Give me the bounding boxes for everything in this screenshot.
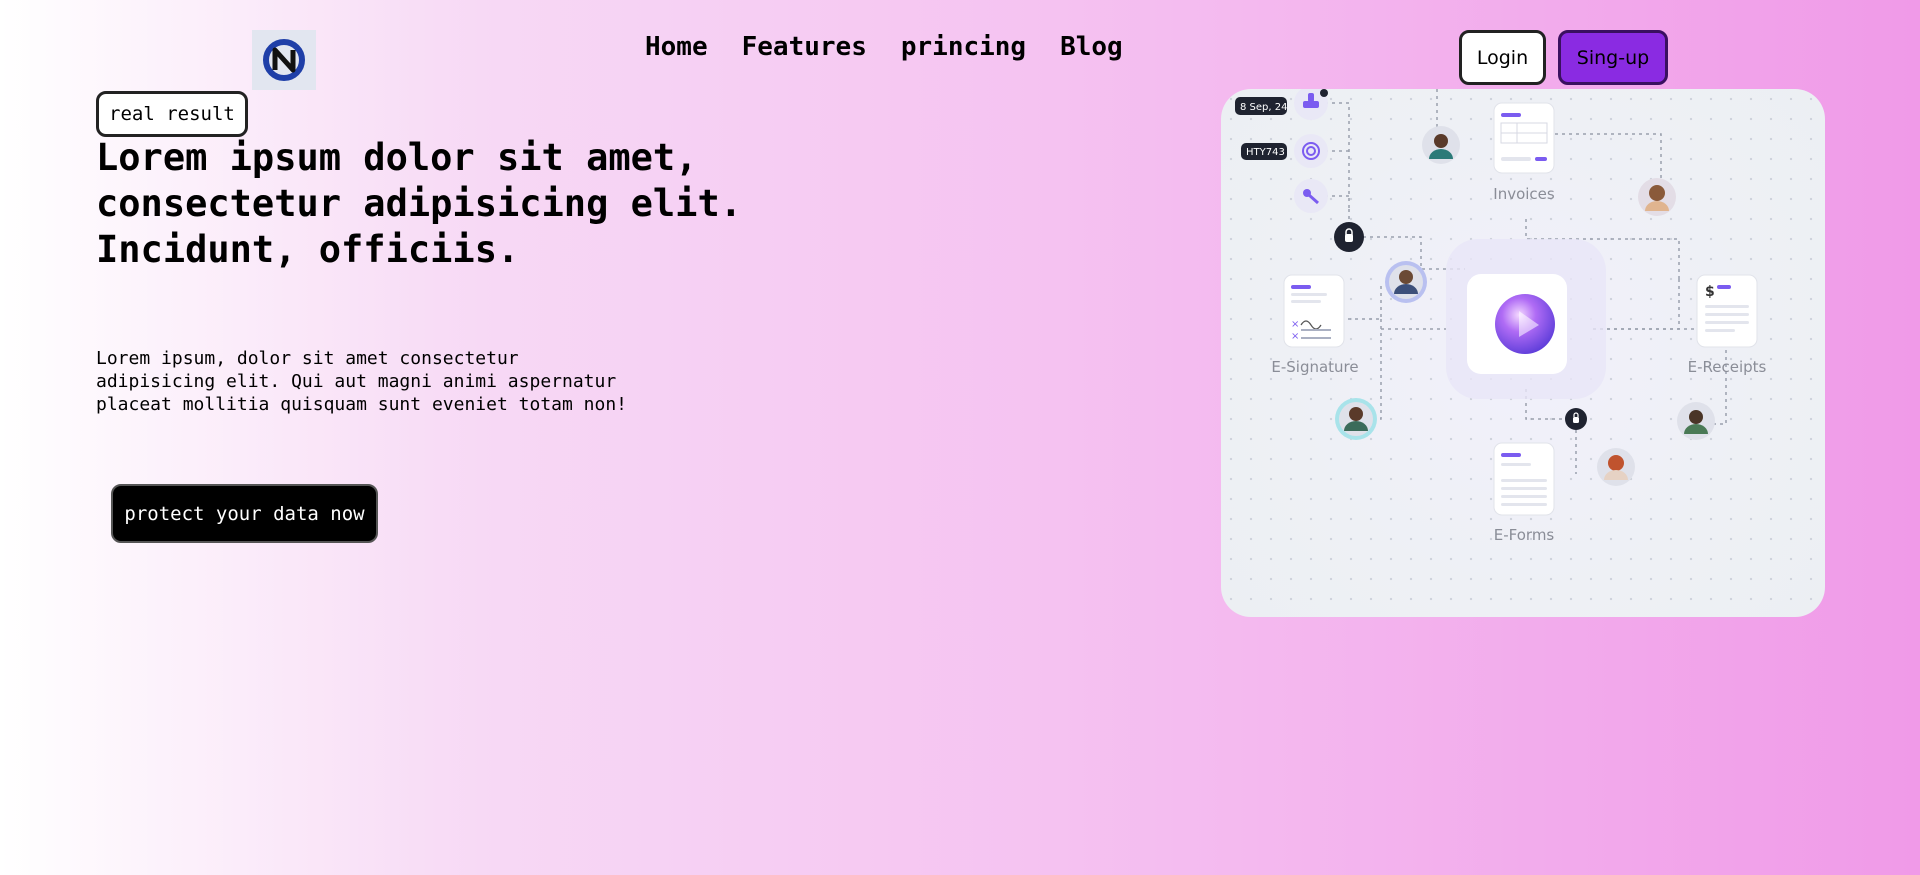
hero-description-line: adipisicing elit. Qui aut magni animi as… xyxy=(96,371,617,392)
hero-headline: Lorem ipsum dolor sit amet, consectetur … xyxy=(96,135,856,273)
hero-headline-line: Incidunt, officiis. xyxy=(96,228,520,271)
e-signature-node: × × xyxy=(1283,274,1345,348)
hero-description-line: Lorem ipsum, dolor sit amet consectetur xyxy=(96,348,519,369)
main-nav: Home Features princing Blog xyxy=(645,32,1123,62)
hero-description-line: placeat mollitia quisquam sunt eveniet t… xyxy=(96,394,628,415)
brand-logo[interactable] xyxy=(252,30,316,90)
e-receipts-node: $ xyxy=(1696,274,1758,348)
hero-badge: real result xyxy=(96,91,248,137)
avatar xyxy=(1597,448,1635,486)
key-icon xyxy=(1294,179,1328,213)
invoices-label: Invoices xyxy=(1493,185,1555,203)
hero-description: Lorem ipsum, dolor sit amet consectetur … xyxy=(96,347,656,416)
e-forms-node xyxy=(1493,442,1555,516)
date-tag: 8 Sep, 24 xyxy=(1235,97,1287,115)
date-tag-text: 8 Sep, 24 xyxy=(1240,102,1287,113)
id-tag: HTY743 xyxy=(1241,143,1287,160)
central-hub xyxy=(1446,239,1606,399)
hero-headline-line: Lorem ipsum dolor sit amet, xyxy=(96,136,698,179)
stamp-icon xyxy=(1294,89,1328,120)
svg-text:×: × xyxy=(1291,319,1299,330)
hero-headline-line: consectetur adipisicing elit. xyxy=(96,182,743,225)
e-receipts-label: E-Receipts xyxy=(1688,358,1767,376)
svg-text:×: × xyxy=(1291,331,1299,342)
nav-home[interactable]: Home xyxy=(645,32,708,62)
lock-icon xyxy=(1334,222,1364,252)
nav-features[interactable]: Features xyxy=(742,32,867,62)
brand-logo-icon xyxy=(263,39,305,81)
avatar xyxy=(1638,178,1676,216)
id-tag-text: HTY743 xyxy=(1246,147,1285,158)
e-forms-label: E-Forms xyxy=(1494,526,1555,544)
login-button[interactable]: Login xyxy=(1459,30,1546,85)
hero-illustration: 8 Sep, 24 HTY743 Invoices × × E-Signatur… xyxy=(1221,89,1825,617)
nav-pricing[interactable]: princing xyxy=(901,32,1026,62)
signup-button[interactable]: Sing-up xyxy=(1558,30,1668,85)
workflow-diagram: 8 Sep, 24 HTY743 Invoices × × E-Signatur… xyxy=(1235,89,1767,544)
nav-blog[interactable]: Blog xyxy=(1060,32,1123,62)
e-signature-label: E-Signature xyxy=(1271,358,1358,376)
avatar xyxy=(1422,126,1460,164)
lock-icon xyxy=(1565,408,1587,430)
avatar xyxy=(1335,398,1377,440)
avatar xyxy=(1385,261,1427,303)
invoices-node xyxy=(1493,102,1555,174)
protect-data-cta-button[interactable]: protect your data now xyxy=(111,484,378,543)
fingerprint-icon xyxy=(1294,134,1328,168)
avatar xyxy=(1677,402,1715,440)
currency-symbol: $ xyxy=(1705,284,1715,300)
